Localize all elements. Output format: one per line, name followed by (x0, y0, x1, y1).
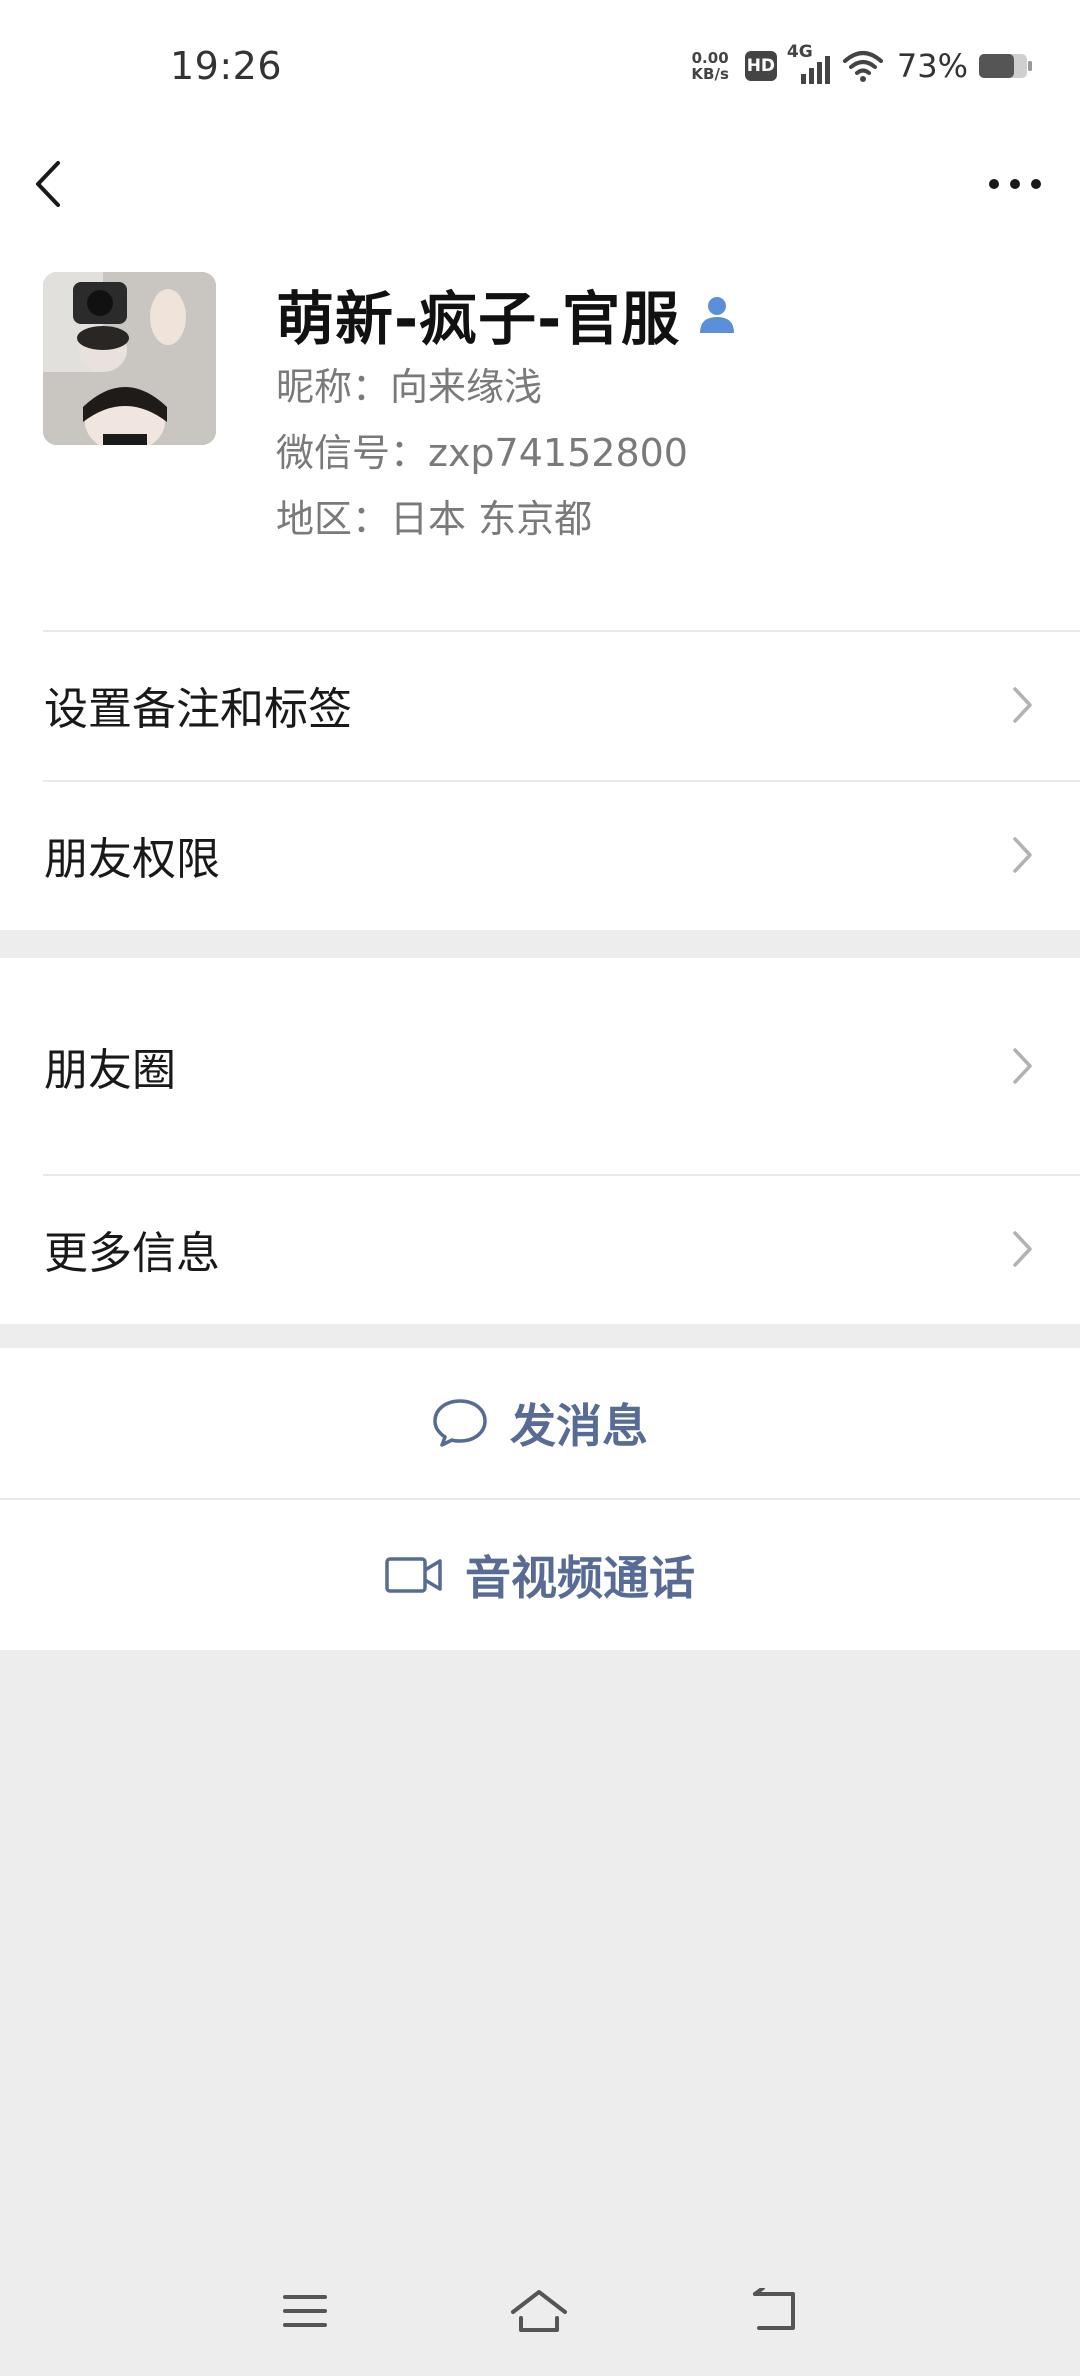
video-call-button[interactable]: 音视频通话 (0, 1500, 1080, 1650)
display-name: 萌新-疯子-官服 (276, 285, 681, 353)
back-arrow-icon (36, 161, 60, 207)
nav-bar (0, 134, 1080, 234)
action-group: 发消息 音视频通话 (0, 1348, 1080, 1650)
status-time: 19:26 (170, 44, 283, 88)
video-call-label: 音视频通话 (465, 1551, 695, 1605)
back-nav-icon[interactable] (749, 2288, 799, 2334)
status-indicators: 0.00 KB/s HD 4G 73% (691, 42, 1034, 88)
more-dots-icon (989, 179, 1041, 189)
battery-percent: 73% (896, 47, 968, 85)
network-speed: 0.00 KB/s (691, 50, 728, 82)
remark-tags-label: 设置备注和标签 (44, 684, 352, 735)
chevron-right-icon (1013, 1231, 1032, 1267)
menu-icon[interactable] (281, 2291, 329, 2331)
nickname-line: 昵称：向来缘浅 (276, 365, 543, 409)
hd-badge: HD (744, 51, 777, 81)
home-icon[interactable] (509, 2288, 569, 2334)
more-info-label: 更多信息 (44, 1228, 220, 1279)
wifi-icon (842, 51, 883, 82)
chevron-right-icon (1013, 1048, 1032, 1084)
chevron-right-icon (1013, 687, 1032, 723)
list-item-friend-permissions[interactable]: 朋友权限 (0, 780, 1080, 930)
chat-bubble-icon (433, 1399, 487, 1447)
list-item-more-info[interactable]: 更多信息 (0, 1174, 1080, 1324)
battery-icon (979, 54, 1032, 78)
list-item-moments[interactable]: 朋友圈 (0, 958, 1080, 1174)
back-button[interactable] (30, 134, 90, 234)
list-item-remark-tags[interactable]: 设置备注和标签 (0, 630, 1080, 780)
name-row: 萌新-疯子-官服 (276, 274, 738, 354)
cellular-signal-icon: 4G (787, 42, 833, 86)
settings-group: 设置备注和标签 朋友权限 (0, 630, 1080, 930)
video-camera-icon (385, 1557, 442, 1593)
more-options-button[interactable] (980, 134, 1050, 234)
friend-permissions-label: 朋友权限 (44, 834, 220, 885)
send-message-label: 发消息 (510, 1399, 648, 1453)
region-line: 地区：日本 东京都 (276, 497, 593, 541)
network-speed-unit: KB/s (691, 65, 729, 83)
profile-header: 萌新-疯子-官服 昵称：向来缘浅 微信号：zxp74152800 地区：日本 东… (0, 234, 1080, 630)
avatar[interactable] (43, 272, 216, 445)
moments-label: 朋友圈 (44, 1045, 176, 1096)
system-nav-bar (0, 2246, 1080, 2376)
contact-person-icon (700, 297, 735, 333)
status-bar: 19:26 0.00 KB/s HD 4G 73% (0, 0, 1080, 134)
network-speed-value: 0.00 (691, 49, 729, 67)
wechat-id-line: 微信号：zxp74152800 (276, 431, 688, 475)
chevron-right-icon (1013, 837, 1032, 873)
send-message-button[interactable]: 发消息 (0, 1348, 1080, 1498)
moments-group: 朋友圈 更多信息 (0, 958, 1080, 1324)
